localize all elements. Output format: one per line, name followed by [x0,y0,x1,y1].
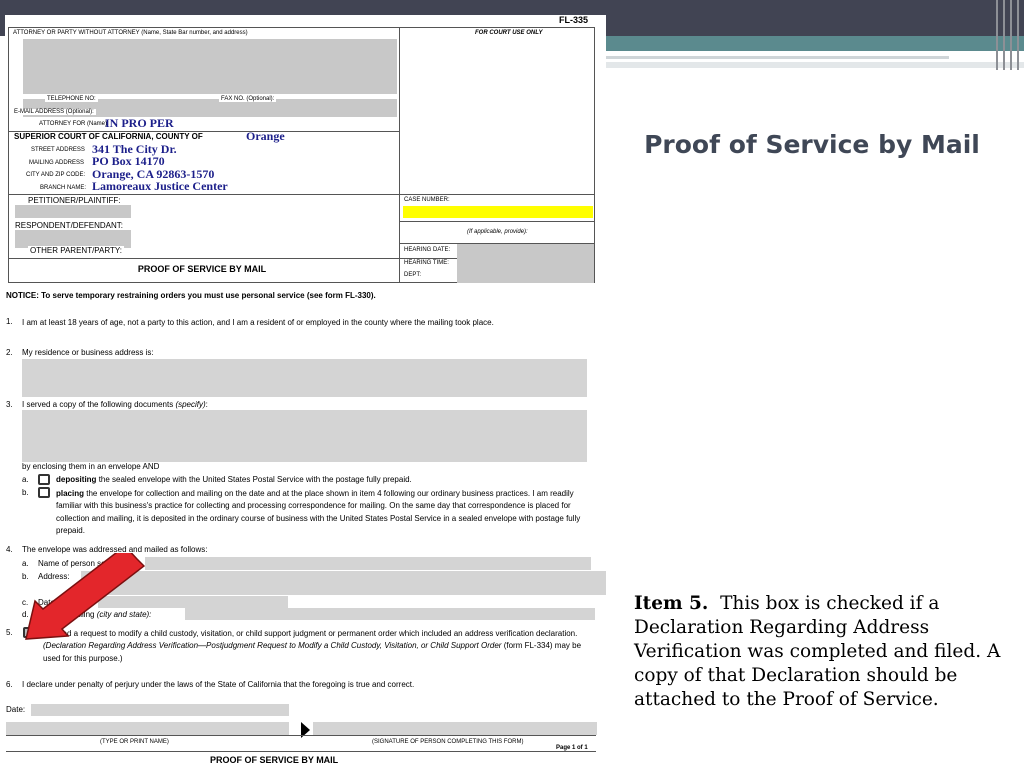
form-fl335: FL-335 ATTORNEY OR PARTY WITHOUT ATTORNE… [5,15,606,768]
enclosing-text: by enclosing them in an envelope AND [22,462,160,471]
signature-line [6,735,596,736]
item1-number: 1. [6,317,13,326]
type-name-label: (TYPE OR PRINT NAME) [100,739,169,745]
other-parent-label: OTHER PARENT/PARTY: [28,246,125,255]
slide-notes: Item 5. This box is checked if a Declara… [634,592,1014,712]
footer-rule [6,751,596,752]
case-number-field [403,206,593,218]
mailing-label: MAILING ADDRESS [29,160,85,166]
attorney-for-label: ATTORNEY FOR (Name): [39,121,109,127]
item3a-letter: a. [22,475,29,484]
item3-number: 3. [6,400,13,409]
email-label: E-MAIL ADDRESS (Optional): [12,109,96,115]
attorney-for-value: IN PRO PER [105,116,174,130]
notice-text: NOTICE: To serve temporary restraining o… [6,291,376,300]
case-number-label: CASE NUMBER: [404,197,450,203]
item6-text: I declare under penalty of perjury under… [22,680,415,689]
redacted-served-address [81,571,606,595]
attorney-header: ATTORNEY OR PARTY WITHOUT ATTORNEY (Name… [13,30,248,36]
checkbox-3b[interactable] [38,487,50,498]
item6-number: 6. [6,680,13,689]
item3a-bold: depositing [56,475,97,484]
item4-number: 4. [6,545,13,554]
item3-lead: I served a copy of the following documen… [22,400,174,409]
date-label: Date: [6,705,26,714]
court-use-label: FOR COURT USE ONLY [475,30,543,36]
form-divider [399,221,595,222]
redacted-petitioner [15,205,131,218]
redacted-attorney [23,39,397,94]
fax-label: FAX NO. (Optional): [219,96,277,102]
item3b-bold: placing [56,489,85,498]
redacted-address [22,359,587,397]
form-divider [8,194,595,195]
dept-label: DEPT: [404,272,422,278]
branch-label: BRANCH NAME: [40,185,87,191]
page-label: Page 1 of 1 [556,745,588,751]
redacted-printed-name [6,722,289,735]
item3b-text: placing the envelope for collection and … [56,488,586,537]
item3a-rest: the sealed envelope with the United Stat… [98,475,412,484]
petitioner-label: PETITIONER/PLAINTIFF: [26,196,123,205]
decor-line [1010,0,1012,70]
telephone-label: TELEPHONE NO: [45,96,98,102]
decor-line [1003,0,1005,70]
street-label: STREET ADDRESS [31,147,85,153]
redacted-date [31,704,289,716]
item2-number: 2. [6,348,13,357]
notes-item-label: Item 5. [634,593,709,614]
if-applicable-label: (If applicable, provide): [467,229,528,235]
item3-specify: (specify) [175,400,206,409]
item3b-letter: b. [22,488,29,497]
redacted-documents [22,410,587,462]
mailing-value: PO Box 14170 [92,154,165,168]
item1-text: I am at least 18 years of age, not a par… [22,318,494,327]
branch-value: Lamoreaux Justice Center [92,179,228,193]
form-title: PROOF OF SERVICE BY MAIL [137,264,267,274]
court-label: SUPERIOR COURT OF CALIFORNIA, COUNTY OF [14,132,203,141]
redacted-name-served [145,557,591,570]
item3-text: I served a copy of the following documen… [22,400,208,409]
hearing-date-label: HEARING DATE: [404,247,451,253]
item3a-text: depositing the sealed envelope with the … [56,475,412,484]
hearing-time-label: HEARING TIME: [404,260,449,266]
signature-label: (SIGNATURE OF PERSON COMPLETING THIS FOR… [372,739,524,745]
redacted-place [185,608,595,620]
accent-band [604,36,1024,51]
slide-title: Proof of Service by Mail [644,130,980,159]
item3b-rest: the envelope for collection and mailing … [56,489,581,535]
decor-line [1017,0,1019,70]
item2-text: My residence or business address is: [22,348,154,357]
form-number: FL-335 [559,15,589,25]
accent-strip-lower [604,62,1024,68]
footer-title: PROOF OF SERVICE BY MAIL [210,755,339,765]
city-label: CITY AND ZIP CODE: [26,172,86,178]
county-value: Orange [246,129,285,143]
checkbox-3a[interactable] [38,474,50,485]
redacted-signature [313,722,597,735]
accent-strip [604,56,949,59]
respondent-label: RESPONDENT/DEFENDANT: [13,221,126,230]
red-arrow-icon [25,553,145,640]
redacted-hearing [457,244,594,283]
form-divider [399,27,400,283]
decor-line [996,0,998,70]
item5-number: 5. [6,628,13,637]
